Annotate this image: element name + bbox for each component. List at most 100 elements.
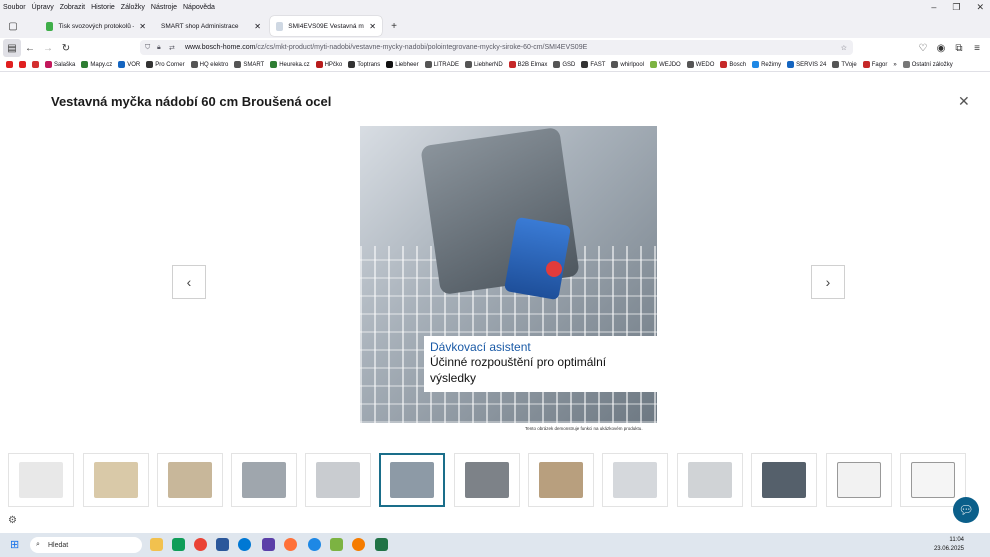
firefox-icon[interactable] xyxy=(284,538,297,551)
permissions-icon[interactable]: ⇄ xyxy=(169,44,175,52)
bookmark-folder-other[interactable]: Ostatní záložky xyxy=(902,61,953,68)
bookmark-vor[interactable]: VOR xyxy=(118,61,140,68)
chrome-icon[interactable] xyxy=(194,538,207,551)
tab-list-icon[interactable]: ▢ xyxy=(4,17,22,35)
main-product-image[interactable]: Dávkovací asistent Účinné rozpouštění pr… xyxy=(360,126,657,423)
thumbnail[interactable] xyxy=(826,453,892,507)
excel-icon[interactable] xyxy=(375,538,388,551)
shield-icon[interactable]: ⛉ xyxy=(145,44,150,52)
bookmark-salaska[interactable]: Salaška xyxy=(45,61,75,68)
thumbnail[interactable] xyxy=(602,453,668,507)
bookmark-litrade[interactable]: LITRADE xyxy=(424,61,459,68)
close-window-icon[interactable]: ✕ xyxy=(976,2,984,13)
bookmark-b2b-elmax[interactable]: B2B Elmax xyxy=(508,61,547,68)
thumbnail[interactable] xyxy=(454,453,520,507)
thumbnail[interactable] xyxy=(83,453,149,507)
url-bar[interactable]: ⛉ 🔒︎ ⇄ www.bosch-home.com/cz/cs/mkt-prod… xyxy=(140,40,853,55)
close-tab-icon[interactable]: ✕ xyxy=(139,22,146,31)
menu-icon[interactable]: ≡ xyxy=(968,39,986,57)
menu-historie[interactable]: Historie xyxy=(88,4,118,11)
back-icon[interactable]: ← xyxy=(21,39,39,57)
taskbar-app-icon[interactable] xyxy=(308,538,321,551)
thumbnail[interactable] xyxy=(157,453,223,507)
pocket-icon[interactable]: ♡ xyxy=(914,39,932,57)
thumbnail[interactable] xyxy=(751,453,817,507)
bookmark-rezimy[interactable]: Režimy xyxy=(752,61,781,68)
thumbnail-selected[interactable] xyxy=(379,453,445,507)
taskbar-app-icon[interactable] xyxy=(352,538,365,551)
bookmark-3[interactable] xyxy=(32,61,39,68)
bookmark-fast[interactable]: FAST xyxy=(581,61,605,68)
taskbar-app-icon[interactable] xyxy=(330,538,343,551)
windows-start-icon[interactable]: ⊞ xyxy=(10,538,19,551)
bookmark-whirlpool[interactable]: whirlpool xyxy=(611,61,644,68)
bookmark-heureka[interactable]: Heureka.cz xyxy=(270,61,310,68)
tab-svozove-protokoly[interactable]: Tisk svozových protokolů – WE| ✕ xyxy=(40,16,152,36)
gear-icon[interactable]: ⚙ xyxy=(8,515,17,526)
lock-icon[interactable]: 🔒︎ xyxy=(157,44,161,52)
edge-icon[interactable] xyxy=(238,538,251,551)
more-bookmarks-icon[interactable]: » xyxy=(893,62,896,68)
restore-icon[interactable]: ❐ xyxy=(952,2,960,13)
bookmark-youtube[interactable] xyxy=(6,61,13,68)
thumbnail-strip xyxy=(0,453,990,508)
bookmark-bosch[interactable]: Bosch xyxy=(720,61,746,68)
menu-napoveda[interactable]: Nápověda xyxy=(180,4,218,11)
bookmark-gsd[interactable]: GSD xyxy=(553,61,575,68)
extensions-icon[interactable]: ⧉ xyxy=(950,39,968,57)
close-tab-icon[interactable]: ✕ xyxy=(369,22,376,31)
minimize-icon[interactable]: – xyxy=(931,2,936,12)
bookmark-wejdo[interactable]: WEJDO xyxy=(650,61,681,68)
menu-upravy[interactable]: Úpravy xyxy=(29,4,57,11)
bookmark-wedo[interactable]: WEDO xyxy=(686,61,714,68)
bookmark-fagor[interactable]: Fagor xyxy=(862,61,887,68)
image-note: Tento obrázek demonstruje funkci na ukáz… xyxy=(525,426,643,431)
thumbnail[interactable] xyxy=(900,453,966,507)
taskbar-app-icon[interactable] xyxy=(172,538,185,551)
new-tab-icon[interactable]: + xyxy=(385,17,403,35)
bookmark-hpcko[interactable]: HPčko xyxy=(315,61,342,68)
bookmark-mapy[interactable]: Mapy.cz xyxy=(81,61,112,68)
save-app-icon[interactable] xyxy=(262,538,275,551)
taskbar-search[interactable]: ⌕ Hledat xyxy=(30,537,142,553)
bookmark-tvoje[interactable]: TVoje xyxy=(832,61,857,68)
menu-nastroje[interactable]: Nástroje xyxy=(148,4,180,11)
account-icon[interactable]: ◉ xyxy=(932,39,950,57)
reload-icon[interactable]: ↻ xyxy=(57,39,75,57)
tab-bosch-product[interactable]: SMI4EVS09E Vestavná myčka n ✕ xyxy=(270,16,382,36)
bookmark-liebhernd[interactable]: LiebherND xyxy=(464,61,503,68)
prev-image-button[interactable]: ‹ xyxy=(172,265,206,299)
bookmark-2[interactable] xyxy=(19,61,26,68)
next-image-button[interactable]: › xyxy=(811,265,845,299)
tab-smart-shop[interactable]: SMART shop Administrace ✕ xyxy=(155,16,267,36)
clock-date: 23.06.2025 xyxy=(933,546,964,552)
system-clock[interactable]: 11:04 23.06.2025 xyxy=(934,536,964,554)
bookmark-pro-corner[interactable]: Pro Corner xyxy=(146,61,185,68)
thumbnail[interactable] xyxy=(677,453,743,507)
menu-zobrazit[interactable]: Zobrazit xyxy=(57,4,88,11)
product-gallery-modal: Vestavná myčka nádobí 60 cm Broušená oce… xyxy=(0,73,990,533)
bookmark-smart[interactable]: SMART xyxy=(234,61,264,68)
chevron-left-icon: ‹ xyxy=(186,274,192,290)
caption-text: Účinné rozpouštění pro optimální výsledk… xyxy=(430,355,607,385)
close-icon[interactable]: ✕ xyxy=(958,93,970,110)
search-icon: ⌕ xyxy=(36,541,40,548)
thumbnail[interactable] xyxy=(528,453,594,507)
thumbnail[interactable] xyxy=(8,453,74,507)
menu-soubor[interactable]: Soubor xyxy=(0,4,29,11)
bookmark-liebheer[interactable]: Liebheer xyxy=(386,61,419,68)
thumbnail[interactable] xyxy=(305,453,371,507)
bookmark-hq-elektro[interactable]: HQ elektro xyxy=(190,61,228,68)
bookmark-toptrans[interactable]: Toptrans xyxy=(348,61,380,68)
menu-zalozky[interactable]: Záložky xyxy=(118,4,148,11)
chat-button[interactable]: 💬︎ xyxy=(953,497,979,523)
sidebar-icon[interactable]: ▤ xyxy=(3,39,21,57)
bookmark-star-icon[interactable]: ☆ xyxy=(841,44,847,52)
bookmark-servis24[interactable]: SERVIS 24 xyxy=(787,61,826,68)
bosch-icon xyxy=(276,21,284,31)
close-tab-icon[interactable]: ✕ xyxy=(254,22,261,31)
calculator-icon[interactable] xyxy=(216,538,229,551)
forward-icon[interactable]: → xyxy=(39,39,57,57)
file-explorer-icon[interactable] xyxy=(150,538,163,551)
thumbnail[interactable] xyxy=(231,453,297,507)
